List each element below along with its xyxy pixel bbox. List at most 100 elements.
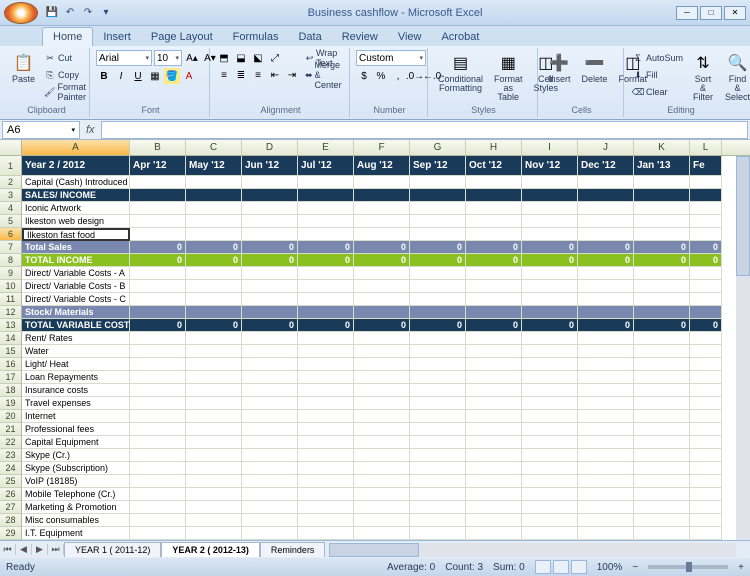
tab-data[interactable]: Data (288, 28, 331, 46)
row-header[interactable]: 25 (0, 475, 22, 488)
cell[interactable] (690, 332, 722, 345)
cell[interactable]: 0 (186, 254, 242, 267)
fill-color-button[interactable]: 🪣 (164, 68, 180, 84)
redo-icon[interactable]: ↷ (80, 5, 96, 21)
font-color-button[interactable]: A (181, 68, 197, 84)
row-header[interactable]: 21 (0, 423, 22, 436)
cell[interactable] (690, 423, 722, 436)
cell[interactable] (354, 176, 410, 189)
cell[interactable] (354, 267, 410, 280)
office-button[interactable] (4, 2, 38, 24)
cell[interactable] (522, 488, 578, 501)
cell[interactable] (690, 358, 722, 371)
cell[interactable] (242, 176, 298, 189)
row-header[interactable]: 12 (0, 306, 22, 319)
tab-review[interactable]: Review (332, 28, 388, 46)
cell[interactable]: 0 (130, 319, 186, 332)
cell[interactable] (186, 423, 242, 436)
cell[interactable] (634, 189, 690, 202)
tab-insert[interactable]: Insert (93, 28, 141, 46)
indent-dec-icon[interactable]: ⇤ (267, 67, 283, 83)
cell[interactable] (242, 527, 298, 540)
cell[interactable] (186, 475, 242, 488)
cell[interactable] (410, 371, 466, 384)
cell[interactable] (130, 267, 186, 280)
cell[interactable] (354, 527, 410, 540)
cell[interactable] (410, 397, 466, 410)
cell[interactable] (466, 293, 522, 306)
column-header-A[interactable]: A (22, 140, 130, 155)
sheet-tab[interactable]: YEAR 1 ( 2011-12) (64, 542, 161, 557)
cell[interactable]: 0 (578, 241, 634, 254)
cell[interactable] (410, 449, 466, 462)
cell[interactable] (690, 215, 722, 228)
cell[interactable] (186, 436, 242, 449)
cell[interactable] (578, 436, 634, 449)
cell[interactable] (354, 488, 410, 501)
cell[interactable] (690, 202, 722, 215)
cell[interactable] (634, 306, 690, 319)
cell[interactable] (410, 462, 466, 475)
view-normal-icon[interactable] (535, 560, 551, 574)
cell[interactable] (634, 202, 690, 215)
close-button[interactable]: ✕ (724, 6, 746, 20)
cell[interactable] (466, 228, 522, 241)
formula-input[interactable] (101, 121, 748, 139)
cell[interactable]: 0 (522, 319, 578, 332)
cell[interactable] (522, 332, 578, 345)
cell[interactable] (578, 332, 634, 345)
tab-home[interactable]: Home (42, 27, 93, 46)
cell[interactable] (242, 501, 298, 514)
cell[interactable] (634, 436, 690, 449)
cell[interactable] (186, 410, 242, 423)
cell[interactable] (634, 332, 690, 345)
cell[interactable] (130, 202, 186, 215)
cell[interactable] (578, 410, 634, 423)
row-header[interactable]: 6 (0, 228, 22, 241)
cell[interactable] (410, 488, 466, 501)
cell[interactable] (186, 267, 242, 280)
cell[interactable] (242, 436, 298, 449)
cell[interactable] (354, 293, 410, 306)
column-header-L[interactable]: L (690, 140, 722, 155)
cell[interactable]: Loan Repayments (22, 371, 130, 384)
cell[interactable] (466, 423, 522, 436)
cell[interactable]: 0 (690, 319, 722, 332)
cell[interactable] (130, 228, 186, 241)
cut-button[interactable]: ✂Cut (42, 50, 89, 66)
row-header[interactable]: 10 (0, 280, 22, 293)
cell[interactable] (410, 436, 466, 449)
cell[interactable] (634, 293, 690, 306)
zoom-in-icon[interactable]: + (738, 562, 744, 573)
cell[interactable] (354, 215, 410, 228)
cell[interactable] (690, 176, 722, 189)
cell[interactable] (298, 436, 354, 449)
cell[interactable] (578, 189, 634, 202)
cell[interactable] (298, 280, 354, 293)
cell[interactable] (466, 397, 522, 410)
sheet-tab[interactable]: Reminders (260, 542, 326, 557)
select-all-corner[interactable] (0, 140, 22, 155)
cell[interactable] (242, 306, 298, 319)
cell[interactable] (410, 358, 466, 371)
cell[interactable]: 0 (130, 241, 186, 254)
cell[interactable]: 0 (410, 254, 466, 267)
cell[interactable] (466, 436, 522, 449)
cell[interactable] (522, 514, 578, 527)
cell[interactable] (410, 527, 466, 540)
cell[interactable] (634, 358, 690, 371)
cell[interactable] (634, 384, 690, 397)
cell[interactable] (354, 358, 410, 371)
align-top-icon[interactable]: ⬒ (216, 50, 232, 66)
font-size-combo[interactable]: 10▾ (154, 50, 182, 66)
cell[interactable] (522, 371, 578, 384)
cell[interactable] (186, 488, 242, 501)
cell[interactable] (130, 488, 186, 501)
align-center-icon[interactable]: ≣ (233, 67, 249, 83)
cell[interactable] (130, 189, 186, 202)
cell[interactable] (354, 371, 410, 384)
cell[interactable]: Mobile Telephone (Cr.) (22, 488, 130, 501)
row-header[interactable]: 20 (0, 410, 22, 423)
cell[interactable]: Internet (22, 410, 130, 423)
cell[interactable]: 0 (690, 254, 722, 267)
